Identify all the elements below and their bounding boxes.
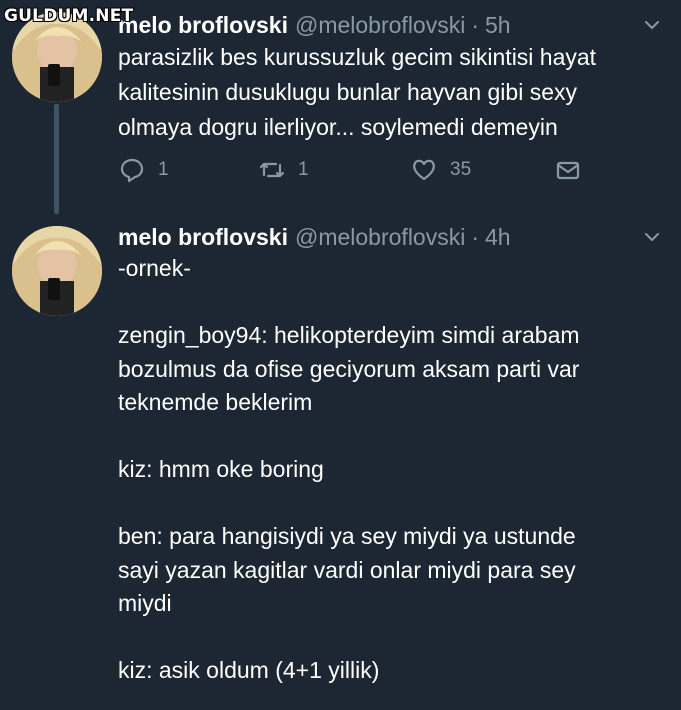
author-handle: @melobroflovski bbox=[294, 12, 466, 38]
author-name[interactable]: melo broflovski bbox=[118, 10, 288, 40]
tweet-actions: 1 1 35 bbox=[118, 156, 598, 190]
tweet-line: -ornek- bbox=[118, 255, 191, 281]
direct-message-button[interactable] bbox=[554, 156, 594, 184]
watermark-logo: GULDUM.NET bbox=[4, 6, 134, 26]
tweet-line: kiz: hmm oke boring bbox=[118, 456, 324, 482]
heart-icon bbox=[413, 159, 435, 181]
retweet-count: 1 bbox=[298, 159, 309, 180]
avatar[interactable] bbox=[12, 226, 102, 316]
tweet-time[interactable]: 4h bbox=[485, 222, 511, 252]
reply-button[interactable]: 1 bbox=[118, 156, 169, 184]
tweet-line: zengin_boy94: helikopterdeyim simdi arab… bbox=[118, 322, 580, 348]
separator-dot: · bbox=[471, 12, 479, 38]
author-name[interactable]: melo broflovski bbox=[118, 222, 288, 252]
tweet-line: kiz: asik oldum (4+1 yillik) bbox=[118, 657, 380, 683]
tweet-line: miydi bbox=[118, 590, 172, 616]
thread-connector-line bbox=[54, 104, 59, 214]
retweet-button[interactable]: 1 bbox=[258, 156, 309, 184]
tweet-line: sayi yazan kagitlar vardi onlar miydi pa… bbox=[118, 556, 576, 583]
tweet-text: -ornek- zengin_boy94: helikopterdeyim si… bbox=[118, 252, 663, 688]
tweet-text: parasizlik bes kurussuzluk gecim sikinti… bbox=[118, 40, 663, 145]
like-count: 35 bbox=[450, 159, 472, 180]
tweet-line: olmaya dogru ilerliyor... soylemedi deme… bbox=[118, 114, 558, 140]
envelope-icon bbox=[556, 161, 580, 180]
tweet-line: kalitesinin dusuklugu bunlar hayvan gibi… bbox=[118, 79, 578, 105]
tweet-1: melo broflovski @melobroflovski · 5h par… bbox=[118, 10, 663, 145]
tweet-line: teknemde beklerim bbox=[118, 389, 313, 415]
retweet-icon bbox=[259, 162, 285, 178]
chevron-down-icon[interactable] bbox=[643, 228, 661, 246]
tweet-line: parasizlik bes kurussuzluk gecim sikinti… bbox=[118, 44, 597, 70]
chevron-down-icon[interactable] bbox=[643, 16, 661, 34]
tweet-line: bozulmus da ofise geciyorum aksam parti … bbox=[118, 355, 580, 382]
tweet-2: melo broflovski @melobroflovski · 4h -or… bbox=[118, 222, 663, 688]
tweet-time[interactable]: 5h bbox=[485, 10, 511, 40]
reply-count: 1 bbox=[158, 159, 169, 180]
like-button[interactable]: 35 bbox=[410, 156, 471, 184]
tweet-line: ben: para hangisiydi ya sey miydi ya ust… bbox=[118, 523, 576, 549]
reply-icon bbox=[120, 158, 144, 183]
author-handle: @melobroflovski bbox=[294, 224, 466, 250]
separator-dot: · bbox=[471, 224, 479, 250]
